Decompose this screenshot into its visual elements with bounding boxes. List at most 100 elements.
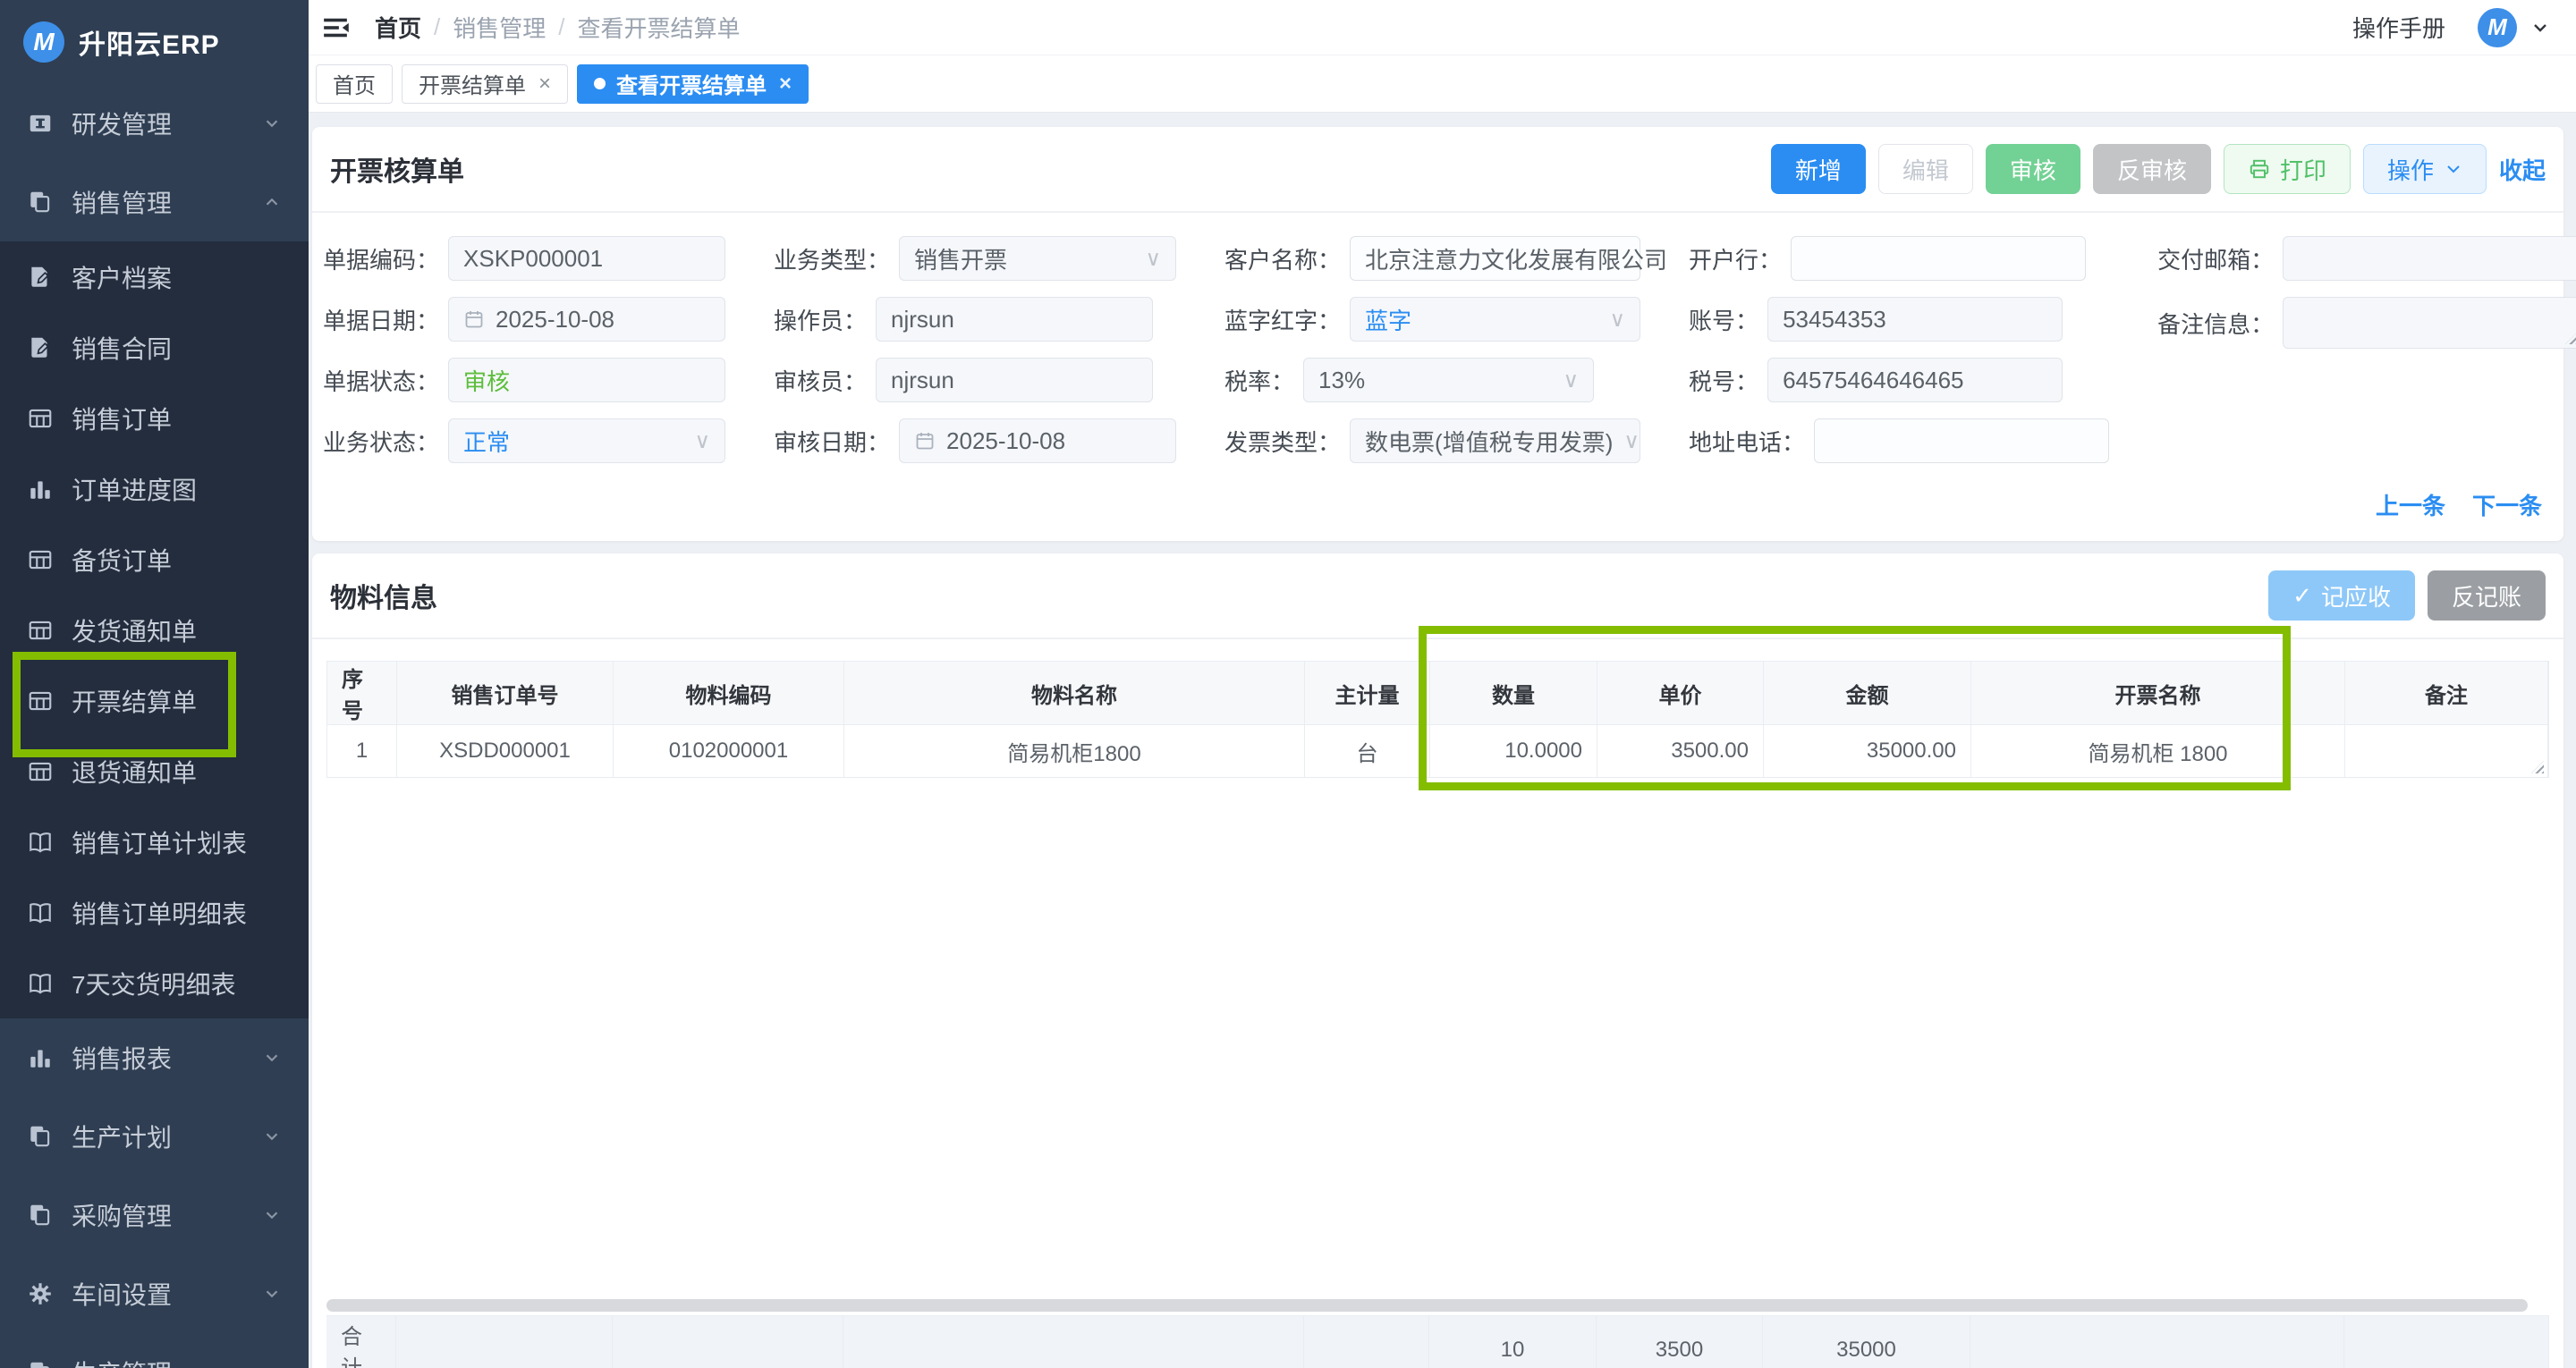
col-header-remark[interactable]: 备注 xyxy=(2345,662,2548,724)
sidebar-item-label: 退货通知单 xyxy=(72,754,197,790)
invoice-type-select[interactable]: 数电票(增值税专用发票)∨ xyxy=(1350,418,1640,463)
sidebar-item-invoice-settlement[interactable]: 开票结算单 xyxy=(0,665,309,736)
tax-rate-select[interactable]: 13%∨ xyxy=(1303,358,1594,402)
col-header-unit[interactable]: 主计量 xyxy=(1305,662,1430,724)
prev-record-link[interactable]: 上一条 xyxy=(2376,488,2445,521)
reverse-posting-button[interactable]: 反记账 xyxy=(2428,570,2546,621)
actions-dropdown-button[interactable]: 操作 xyxy=(2363,144,2487,194)
app-logo: M 升阳云ERP xyxy=(0,0,309,84)
topbar-right: 操作手册 M xyxy=(2352,8,2549,47)
page-title: 开票核算单 xyxy=(330,149,464,189)
sidebar-item-sales-order[interactable]: 销售订单 xyxy=(0,383,309,453)
account-input[interactable]: 53454353 xyxy=(1767,297,2063,342)
next-record-link[interactable]: 下一条 xyxy=(2472,488,2542,521)
bank-input[interactable] xyxy=(1791,236,2086,281)
table-row[interactable]: 1 XSDD000001 0102000001 简易机柜1800 台 10.00… xyxy=(326,725,2549,778)
audit-date-picker[interactable]: 2025-10-08 xyxy=(899,418,1176,463)
tab-view-invoice-settlement[interactable]: 查看开票结算单 × xyxy=(577,64,809,104)
close-icon[interactable]: × xyxy=(779,72,792,97)
sidebar-item-sales-order-plan-report[interactable]: 销售订单计划表 xyxy=(0,806,309,877)
col-header-invoice-name[interactable]: 开票名称 xyxy=(1971,662,2345,724)
sidebar-item-label: 销售订单 xyxy=(72,401,172,436)
col-header-seq[interactable]: 序号 xyxy=(327,662,397,724)
breadcrumb-home[interactable]: 首页 xyxy=(375,11,421,44)
sidebar-item-sales-order-detail-report[interactable]: 销售订单明细表 xyxy=(0,877,309,948)
customer-name-input[interactable]: 北京注意力文化发展有限公司 xyxy=(1350,236,1640,281)
footer-total-amount: 35000 xyxy=(1763,1316,1970,1368)
sidebar-item-sales-management[interactable]: 销售管理 xyxy=(0,163,309,241)
record-receivable-button[interactable]: ✓ 记应收 xyxy=(2268,570,2415,621)
sidebar-item-rd-management[interactable]: 研发管理 xyxy=(0,84,309,163)
blue-red-select[interactable]: 蓝字∨ xyxy=(1350,297,1640,342)
sidebar-item-stock-order[interactable]: 备货订单 xyxy=(0,524,309,595)
sidebar-item-return-notice[interactable]: 退货通知单 xyxy=(0,736,309,806)
sidebar-item-sales-contract[interactable]: 销售合同 xyxy=(0,312,309,383)
horizontal-scrollbar[interactable] xyxy=(326,1299,2528,1312)
remark-textarea[interactable] xyxy=(2283,297,2576,349)
sidebar-item-partial[interactable]: 生产管理 xyxy=(0,1333,309,1368)
tab-invoice-settlement[interactable]: 开票结算单 × xyxy=(402,64,568,104)
printer-icon xyxy=(2248,157,2271,181)
sidebar-item-label: 客户档案 xyxy=(72,259,172,295)
add-button[interactable]: 新增 xyxy=(1771,144,1866,194)
edit-button[interactable]: 编辑 xyxy=(1878,144,1973,194)
sidebar-item-delivery-notice[interactable]: 发货通知单 xyxy=(0,595,309,665)
cell-remark[interactable] xyxy=(2345,725,2548,777)
tab-home[interactable]: 首页 xyxy=(316,64,393,104)
manual-link[interactable]: 操作手册 xyxy=(2352,11,2445,44)
col-header-sales-order-no[interactable]: 销售订单号 xyxy=(397,662,614,724)
footer-total-price: 3500 xyxy=(1597,1316,1763,1368)
form-col-5: 交付邮箱： 备注信息： xyxy=(2157,236,2576,463)
footer-total-label: 合计 xyxy=(326,1316,396,1368)
avatar[interactable]: M xyxy=(2478,8,2517,47)
doc-edit-icon xyxy=(27,334,54,361)
breadcrumb-separator: / xyxy=(558,13,564,41)
close-icon[interactable]: × xyxy=(538,72,551,97)
unaudit-button[interactable]: 反审核 xyxy=(2093,144,2211,194)
chevron-down-icon xyxy=(262,1284,282,1304)
col-header-material-name[interactable]: 物料名称 xyxy=(844,662,1305,724)
table-icon xyxy=(27,758,54,785)
cell-qty: 10.0000 xyxy=(1430,725,1597,777)
bill-date-picker[interactable]: 2025-10-08 xyxy=(448,297,725,342)
address-phone-input[interactable] xyxy=(1814,418,2109,463)
collapse-link[interactable]: 收起 xyxy=(2499,153,2546,186)
breadcrumb-separator: / xyxy=(434,13,440,41)
erp-app: { "app": { "manual_label": "操作手册", "avat… xyxy=(0,0,2576,1368)
menu-fold-icon[interactable] xyxy=(318,10,353,46)
material-panel-title: 物料信息 xyxy=(330,576,437,615)
print-button[interactable]: 打印 xyxy=(2224,144,2351,194)
sidebar-item-label: 销售管理 xyxy=(72,184,172,220)
sidebar-item-7day-delivery-report[interactable]: 7天交货明细表 xyxy=(0,948,309,1018)
col-header-price[interactable]: 单价 xyxy=(1597,662,1764,724)
delivery-email-input[interactable] xyxy=(2283,236,2576,281)
form-col-2: 业务类型： 销售开票∨ 操作员： njrsun 审核员： njrsun 审核日期… xyxy=(774,236,1176,463)
sidebar-item-customer-archive[interactable]: 客户档案 xyxy=(0,241,309,312)
breadcrumb-sales-management[interactable]: 销售管理 xyxy=(453,11,546,44)
sidebar-item-purchase-management[interactable]: 采购管理 xyxy=(0,1176,309,1254)
sidebar: M 升阳云ERP 研发管理 销售管理 客户档案 销售合同 销售订单 订单进度图 xyxy=(0,0,309,1368)
sidebar-item-sales-report[interactable]: 销售报表 xyxy=(0,1018,309,1097)
sidebar-item-production-plan[interactable]: 生产计划 xyxy=(0,1097,309,1176)
material-panel: 物料信息 ✓ 记应收 反记账 序号 销售订单号 物料编码 物料名称 主计量 数量 xyxy=(312,553,2563,1368)
sidebar-item-order-progress-chart[interactable]: 订单进度图 xyxy=(0,453,309,524)
resize-handle[interactable] xyxy=(2565,332,2576,344)
bill-status-field[interactable]: 审核 xyxy=(448,358,725,402)
col-header-material-code[interactable]: 物料编码 xyxy=(614,662,844,724)
calendar-icon xyxy=(914,430,936,452)
cell-invoice-name: 简易机柜 1800 xyxy=(1971,725,2345,777)
col-header-amount[interactable]: 金额 xyxy=(1764,662,1971,724)
topbar: 首页 / 销售管理 / 查看开票结算单 操作手册 M xyxy=(309,0,2576,55)
sidebar-item-workshop-settings[interactable]: 车间设置 xyxy=(0,1254,309,1333)
auditor-input[interactable]: njrsun xyxy=(876,358,1153,402)
biz-status-select[interactable]: 正常∨ xyxy=(448,418,725,463)
check-icon: ✓ xyxy=(2292,582,2312,610)
chevron-down-icon[interactable] xyxy=(2531,19,2549,37)
bill-code-input[interactable]: XSKP000001 xyxy=(448,236,725,281)
tax-no-input[interactable]: 64575464646465 xyxy=(1767,358,2063,402)
operator-input[interactable]: njrsun xyxy=(876,297,1153,342)
biz-type-select[interactable]: 销售开票∨ xyxy=(899,236,1176,281)
audit-button[interactable]: 审核 xyxy=(1986,144,2080,194)
col-header-qty[interactable]: 数量 xyxy=(1430,662,1597,724)
resize-handle[interactable] xyxy=(2531,761,2544,773)
